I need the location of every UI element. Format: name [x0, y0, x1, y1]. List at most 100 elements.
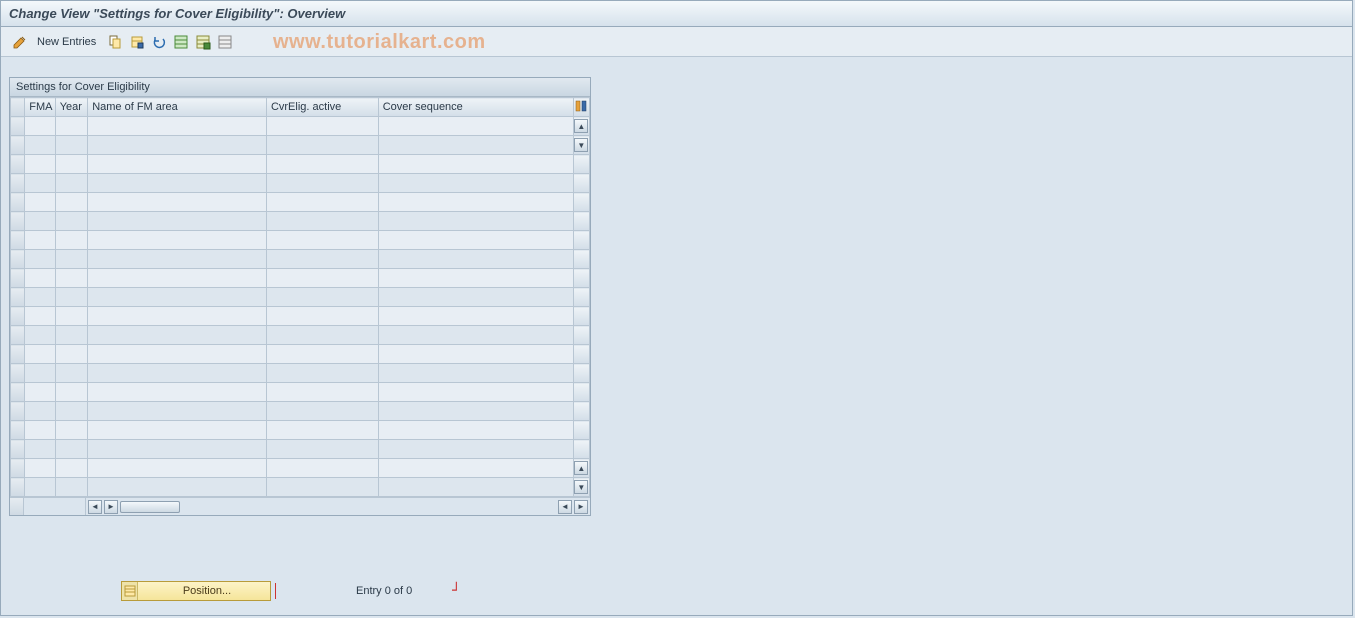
col-name[interactable]: Name of FM area [88, 98, 267, 117]
cell[interactable] [88, 478, 267, 497]
cell[interactable] [266, 326, 378, 345]
cell[interactable] [25, 364, 55, 383]
cell[interactable] [88, 174, 267, 193]
cell[interactable] [266, 174, 378, 193]
row-selector[interactable] [11, 269, 25, 288]
cell[interactable] [55, 402, 88, 421]
table-row[interactable]: ▲ [11, 117, 590, 136]
cell[interactable] [378, 326, 573, 345]
row-selector[interactable] [11, 307, 25, 326]
cell[interactable] [25, 421, 55, 440]
table-row[interactable] [11, 364, 590, 383]
cell[interactable] [55, 231, 88, 250]
deselect-all-icon[interactable] [216, 33, 234, 51]
row-selector[interactable] [11, 402, 25, 421]
table-row[interactable] [11, 383, 590, 402]
table-row[interactable] [11, 345, 590, 364]
col-fma[interactable]: FMA [25, 98, 55, 117]
row-selector[interactable] [11, 288, 25, 307]
table-row[interactable] [11, 250, 590, 269]
cell[interactable] [55, 269, 88, 288]
cell[interactable] [25, 231, 55, 250]
cell[interactable] [25, 212, 55, 231]
cell[interactable] [378, 440, 573, 459]
data-table[interactable]: FMA Year Name of FM area CvrElig. active… [10, 97, 590, 497]
undo-icon[interactable] [150, 33, 168, 51]
cell[interactable] [378, 174, 573, 193]
row-selector[interactable] [11, 212, 25, 231]
cell[interactable] [25, 478, 55, 497]
scroll-left-end-button[interactable]: ◄ [558, 500, 572, 514]
cell[interactable] [88, 383, 267, 402]
cell[interactable] [25, 269, 55, 288]
cell[interactable] [88, 345, 267, 364]
row-selector[interactable] [11, 383, 25, 402]
cell[interactable] [266, 250, 378, 269]
cell[interactable] [25, 193, 55, 212]
position-button[interactable]: Position... [121, 581, 271, 601]
col-year[interactable]: Year [55, 98, 88, 117]
cell[interactable] [88, 421, 267, 440]
cell[interactable] [378, 402, 573, 421]
cell[interactable] [378, 250, 573, 269]
cell[interactable] [88, 326, 267, 345]
select-block-icon[interactable] [194, 33, 212, 51]
table-row[interactable] [11, 421, 590, 440]
row-selector[interactable] [11, 155, 25, 174]
cell[interactable] [266, 307, 378, 326]
cell[interactable] [88, 193, 267, 212]
row-selector[interactable] [11, 136, 25, 155]
table-row[interactable] [11, 440, 590, 459]
scroll-down-button[interactable]: ▼ [574, 138, 588, 152]
row-selector[interactable] [11, 326, 25, 345]
cell[interactable] [55, 193, 88, 212]
row-selector[interactable] [11, 421, 25, 440]
cell[interactable] [88, 459, 267, 478]
col-coverseq[interactable]: Cover sequence [378, 98, 573, 117]
scroll-up-end-button[interactable]: ▲ [574, 461, 588, 475]
cell[interactable] [55, 364, 88, 383]
cell[interactable] [266, 345, 378, 364]
scroll-left-button[interactable]: ◄ [88, 500, 102, 514]
cell[interactable] [378, 212, 573, 231]
cell[interactable] [55, 345, 88, 364]
cell[interactable] [88, 212, 267, 231]
cell[interactable] [378, 307, 573, 326]
cell[interactable] [378, 478, 573, 497]
cell[interactable] [266, 402, 378, 421]
cell[interactable] [378, 193, 573, 212]
cell[interactable] [25, 136, 55, 155]
cell[interactable] [88, 402, 267, 421]
cell[interactable] [378, 155, 573, 174]
cell[interactable] [25, 288, 55, 307]
row-selector[interactable] [11, 174, 25, 193]
table-row[interactable] [11, 212, 590, 231]
row-selector[interactable] [11, 440, 25, 459]
row-selector[interactable] [11, 117, 25, 136]
table-config-button[interactable] [573, 98, 589, 117]
select-all-icon[interactable] [172, 33, 190, 51]
cell[interactable] [266, 478, 378, 497]
row-selector[interactable] [11, 345, 25, 364]
cell[interactable] [55, 307, 88, 326]
new-entries-button[interactable]: New Entries [37, 36, 96, 48]
cell[interactable] [55, 383, 88, 402]
scroll-right-button[interactable]: ► [104, 500, 118, 514]
row-selector[interactable] [11, 478, 25, 497]
cell[interactable] [266, 421, 378, 440]
cell[interactable] [88, 136, 267, 155]
cell[interactable] [55, 117, 88, 136]
cell[interactable] [378, 136, 573, 155]
cell[interactable] [55, 421, 88, 440]
cell[interactable] [55, 155, 88, 174]
row-selector[interactable] [11, 364, 25, 383]
cell[interactable] [266, 364, 378, 383]
cell[interactable] [88, 117, 267, 136]
cell[interactable] [266, 117, 378, 136]
cell[interactable] [25, 250, 55, 269]
change-mode-icon[interactable] [11, 33, 29, 51]
col-cvrelig[interactable]: CvrElig. active [266, 98, 378, 117]
cell[interactable] [55, 326, 88, 345]
table-row[interactable] [11, 155, 590, 174]
cell[interactable] [25, 155, 55, 174]
